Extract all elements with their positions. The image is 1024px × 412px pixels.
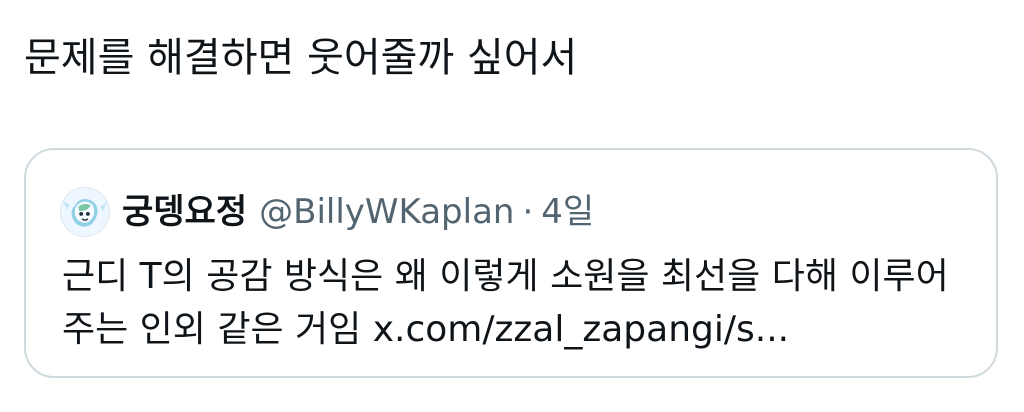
meta-separator: · [522, 192, 534, 232]
profile-avatar-icon[interactable] [60, 187, 110, 237]
quoted-tweet-text: 근디 T의 공감 방식은 왜 이렇게 소원을 최선을 다해 이루어 주는 인외 … [62, 250, 972, 356]
tweet-text: 문제를 해결하면 웃어줄까 싶어서 [24, 35, 578, 81]
quoted-tweet-header: 궁뎅요정 @BillyWKaplan · 4일 [60, 184, 594, 240]
quoted-tweet-card[interactable]: 궁뎅요정 @BillyWKaplan · 4일 근디 T의 공감 방식은 왜 이… [24, 148, 998, 378]
quoted-author-name[interactable]: 궁뎅요정 [122, 184, 247, 240]
quoted-tweet-line-2: 주는 인외 같은 거임 x.com/zzal_zapangi/s... [62, 309, 790, 350]
quoted-author-handle[interactable]: @BillyWKaplan [259, 184, 514, 240]
quoted-tweet-line-1: 근디 T의 공감 방식은 왜 이렇게 소원을 최선을 다해 이루어 [62, 256, 949, 297]
quoted-tweet-time[interactable]: 4일 [541, 184, 594, 240]
